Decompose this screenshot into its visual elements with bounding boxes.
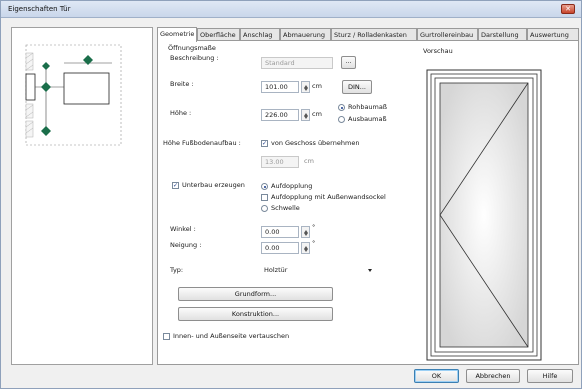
- ok-button[interactable]: OK: [414, 369, 459, 383]
- neigung-spinner[interactable]: [301, 242, 310, 254]
- vorschau-label: Vorschau: [423, 47, 453, 55]
- fussboden-unit: cm: [304, 157, 314, 165]
- schwelle-label: Schwelle: [271, 204, 300, 212]
- door-preview: [426, 69, 542, 361]
- fussboden-label: Höhe Fußbodenaufbau :: [163, 139, 241, 147]
- aufdopplung-radio[interactable]: [261, 183, 268, 190]
- typ-label: Typ:: [170, 266, 184, 274]
- window-title: Eigenschaften Tür: [8, 5, 71, 13]
- din-button[interactable]: DIN...: [342, 80, 372, 94]
- tab-geometrie[interactable]: Geometrie: [157, 27, 197, 42]
- aufdopplung-sockel-checkbox[interactable]: [261, 194, 268, 201]
- geschoss-checkbox[interactable]: ✓: [261, 140, 268, 147]
- diamond-handle-upper: [42, 62, 50, 70]
- cancel-button[interactable]: Abbrechen: [466, 369, 520, 383]
- neigung-field[interactable]: 0.00: [261, 242, 299, 254]
- grundform-button[interactable]: Grundform...: [178, 287, 333, 301]
- door-side-rect: [25, 73, 36, 101]
- close-icon[interactable]: ✕: [561, 4, 575, 14]
- rohbaumass-label: Rohbaumaß: [348, 103, 387, 111]
- typ-dropdown[interactable]: Holztür: [261, 264, 376, 276]
- neigung-label: Neigung :: [170, 241, 202, 249]
- breite-unit: cm: [312, 82, 322, 90]
- hoehe-spinner[interactable]: [301, 109, 310, 121]
- breite-spinner[interactable]: [301, 81, 310, 93]
- chevron-down-icon: [368, 269, 372, 274]
- diamond-handle-mid: [41, 82, 51, 92]
- geschoss-label: von Geschoss übernehmen: [271, 139, 360, 147]
- unterbau-label: Unterbau erzeugen: [182, 181, 245, 189]
- breite-label: Breite :: [170, 80, 194, 88]
- hoehe-unit: cm: [312, 110, 322, 118]
- hoehe-label: Höhe :: [170, 109, 192, 117]
- beschreibung-field[interactable]: Standard: [261, 57, 333, 69]
- ausbaumass-label: Ausbaumaß: [348, 115, 387, 123]
- innen-aussen-label: Innen- und Außenseite vertauschen: [173, 332, 290, 340]
- door-plan-rect: [63, 72, 110, 105]
- winkel-spinner[interactable]: [301, 226, 310, 238]
- diamond-handle-top: [83, 55, 93, 65]
- schwelle-radio[interactable]: [261, 205, 268, 212]
- title-bar: Eigenschaften Tür ✕: [1, 1, 581, 18]
- unterbau-checkbox[interactable]: ✓: [172, 182, 179, 189]
- neigung-unit: °: [312, 239, 316, 247]
- help-button[interactable]: Hilfe: [527, 369, 573, 383]
- tab-strip: Geometrie Oberfläche Anschlag Abmauerung…: [157, 27, 579, 42]
- door-preview-drawing: [426, 69, 542, 361]
- symbol-preview-panel: [11, 27, 153, 365]
- fussboden-field[interactable]: 13.00: [261, 156, 299, 168]
- diamond-handle-bottom: [41, 126, 51, 136]
- aufdopplung-sockel-label: Aufdopplung mit Außenwandsockel: [271, 193, 386, 201]
- aufdopplung-label: Aufdopplung: [271, 182, 313, 190]
- typ-value: Holztür: [264, 266, 288, 274]
- winkel-unit: °: [312, 223, 316, 231]
- breite-field[interactable]: 101.00: [261, 81, 299, 93]
- section-title-oeffnungsmasse: Öffnungsmaße: [168, 44, 216, 52]
- hoehe-field[interactable]: 226.00: [261, 109, 299, 121]
- door-leaf: [439, 82, 529, 348]
- ausbaumass-radio[interactable]: [338, 116, 345, 123]
- beschreibung-label: Beschreibung :: [170, 54, 219, 62]
- winkel-field[interactable]: 0.00: [261, 226, 299, 238]
- konstruktion-button[interactable]: Konstruktion...: [178, 307, 333, 321]
- rohbaumass-radio[interactable]: [338, 104, 345, 111]
- properties-dialog: Eigenschaften Tür ✕ Geometrie Oberfläche…: [0, 0, 582, 389]
- geometrie-tab-panel: Öffnungsmaße Beschreibung : Standard ...…: [157, 40, 579, 365]
- beschreibung-browse-button[interactable]: ...: [341, 56, 356, 69]
- innen-aussen-checkbox[interactable]: [163, 333, 170, 340]
- winkel-label: Winkel :: [170, 225, 196, 233]
- symbol-diagram: [25, 44, 122, 146]
